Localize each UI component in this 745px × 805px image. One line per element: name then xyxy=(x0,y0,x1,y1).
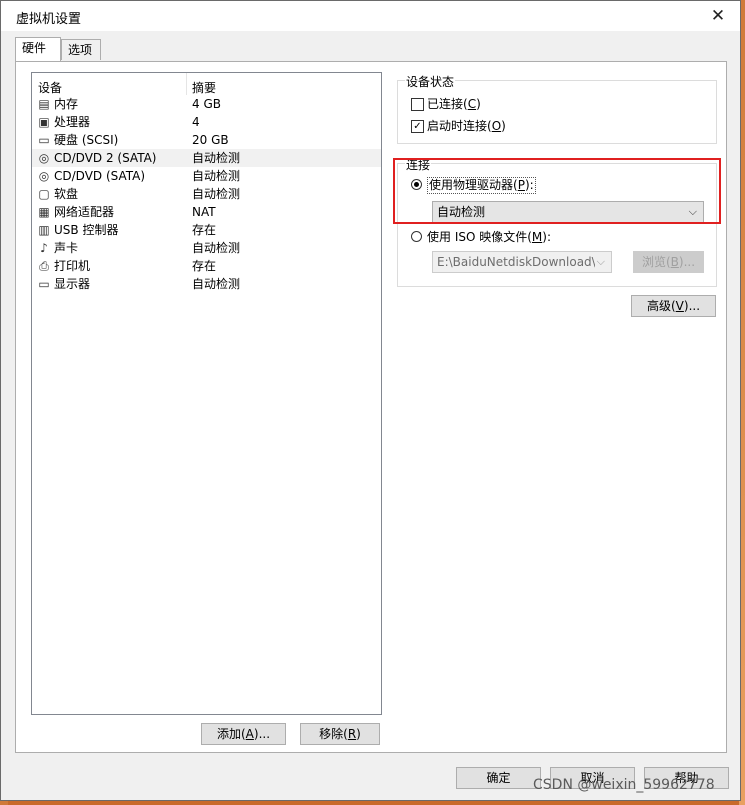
add-button-ellipsis: ... xyxy=(258,727,271,741)
device-status-group: 设备状态 已连接(C) ✓ 启动时连接(O) xyxy=(397,73,717,144)
device-rows: ▤ 内存 4 GB ▣ 处理器 4 ▭ 硬盘 (SCSI) 20 GB ◎ CD/DVD 2 (SA… xyxy=(32,95,381,293)
iso-path-combobox[interactable]: E:\BaiduNetdiskDownload\Li ⌵ xyxy=(432,251,612,273)
connect-at-power-on-checkbox[interactable]: ✓ xyxy=(411,120,424,133)
device-name: 显示器 xyxy=(54,277,91,291)
device-row[interactable]: ◎ CD/DVD 2 (SATA) 自动检测 xyxy=(32,149,381,167)
remove-button-label: 移除 xyxy=(319,727,344,741)
printer-icon: ⎙ xyxy=(39,259,49,273)
add-device-button[interactable]: 添加(A)... xyxy=(201,723,286,745)
device-summary: 自动检测 xyxy=(192,151,241,165)
device-row[interactable]: ▤ 内存 4 GB xyxy=(32,95,381,113)
browse-button[interactable]: 浏览(B)... xyxy=(633,251,704,273)
device-summary: 自动检测 xyxy=(192,277,241,291)
close-button[interactable]: ✕ xyxy=(696,1,740,31)
device-summary: 存在 xyxy=(192,223,217,237)
cd-dvd-icon: ◎ xyxy=(38,169,50,183)
advanced-button-ellipsis: ... xyxy=(688,299,701,313)
display-icon: ▭ xyxy=(38,277,50,291)
physical-drive-label: 使用物理驱动器(P): xyxy=(427,177,536,194)
device-row[interactable]: ▦ 网络适配器 NAT xyxy=(32,203,381,221)
device-summary: 自动检测 xyxy=(192,187,241,201)
browse-button-label: 浏览 xyxy=(641,255,666,269)
tab-hardware[interactable]: 硬件 xyxy=(15,37,61,61)
device-row[interactable]: ⎙ 打印机 存在 xyxy=(32,257,381,275)
iso-radio[interactable] xyxy=(411,231,422,242)
device-summary: 存在 xyxy=(192,259,217,273)
physical-drive-radio[interactable] xyxy=(411,179,422,190)
remove-button-accesskey: R xyxy=(347,727,357,741)
device-row[interactable]: ▭ 显示器 自动检测 xyxy=(32,275,381,293)
device-summary: 自动检测 xyxy=(192,169,241,183)
vm-settings-dialog: 虚拟机设置 ✕ 硬件 选项 设备 摘要 ▤ 内存 4 GB ▣ 处理器 4 ▭ 硬盘 (SCS… xyxy=(0,0,741,801)
connect-at-power-on-label: 启动时连接(O) xyxy=(427,119,506,133)
list-header: 设备 摘要 xyxy=(32,73,381,95)
harddisk-icon: ▭ xyxy=(38,133,50,147)
connected-checkbox[interactable] xyxy=(411,98,424,111)
device-name: 处理器 xyxy=(54,115,91,129)
device-summary: 自动检测 xyxy=(192,241,241,255)
iso-label: 使用 ISO 映像文件(M): xyxy=(427,230,552,244)
chevron-down-icon: ⌵ xyxy=(594,252,605,272)
device-name: 软盘 xyxy=(54,187,79,201)
device-name: 打印机 xyxy=(54,259,91,273)
column-divider[interactable] xyxy=(186,73,187,95)
advanced-button[interactable]: 高级(V)... xyxy=(631,295,716,317)
device-name: USB 控制器 xyxy=(54,223,119,237)
ok-button[interactable]: 确定 xyxy=(456,767,541,789)
connection-group: 连接 使用物理驱动器(P): 自动检测 ⌵ 使用 ISO 映像文件(M): E:… xyxy=(397,156,717,287)
physical-drive-select[interactable]: 自动检测 ⌵ xyxy=(432,201,704,223)
device-summary: 4 xyxy=(192,115,200,129)
close-icon: ✕ xyxy=(710,6,726,26)
tab-options[interactable]: 选项 xyxy=(61,39,101,60)
device-row[interactable]: ▢ 软盘 自动检测 xyxy=(32,185,381,203)
cd-dvd-icon: ◎ xyxy=(38,151,50,165)
physical-drive-select-value: 自动检测 xyxy=(437,205,486,219)
device-name: CD/DVD (SATA) xyxy=(54,169,146,183)
browse-button-ellipsis: ... xyxy=(683,255,696,269)
device-name: 声卡 xyxy=(54,241,79,255)
device-name: 内存 xyxy=(54,97,79,111)
device-summary: 20 GB xyxy=(192,133,229,147)
network-icon: ▦ xyxy=(38,205,50,219)
advanced-button-label: 高级 xyxy=(646,299,671,313)
device-row[interactable]: ◎ CD/DVD (SATA) 自动检测 xyxy=(32,167,381,185)
title-bar: 虚拟机设置 ✕ xyxy=(1,1,740,31)
device-name: CD/DVD 2 (SATA) xyxy=(54,151,157,165)
device-row[interactable]: ▥ USB 控制器 存在 xyxy=(32,221,381,239)
connection-title: 连接 xyxy=(405,156,432,173)
device-summary: 4 GB xyxy=(192,97,221,111)
device-row[interactable]: ▣ 处理器 4 xyxy=(32,113,381,131)
processor-icon: ▣ xyxy=(38,115,50,129)
sound-icon: ♪ xyxy=(40,241,48,255)
column-header-device[interactable]: 设备 xyxy=(38,79,62,96)
iso-path-value: E:\BaiduNetdiskDownload\Li xyxy=(437,255,606,269)
memory-icon: ▤ xyxy=(38,97,50,111)
device-name: 网络适配器 xyxy=(54,205,115,219)
add-button-accesskey: A xyxy=(245,727,254,741)
connected-label: 已连接(C) xyxy=(427,97,481,111)
csdn-watermark: CSDN @weixin_59962778 xyxy=(533,777,715,793)
browse-button-accesskey: B xyxy=(670,255,679,269)
remove-device-button[interactable]: 移除(R) xyxy=(300,723,380,745)
device-status-title: 设备状态 xyxy=(405,73,456,90)
device-name: 硬盘 (SCSI) xyxy=(54,133,119,147)
device-summary: NAT xyxy=(192,205,216,219)
device-row[interactable]: ▭ 硬盘 (SCSI) 20 GB xyxy=(32,131,381,149)
add-button-label: 添加 xyxy=(216,727,241,741)
hardware-panel: 设备 摘要 ▤ 内存 4 GB ▣ 处理器 4 ▭ 硬盘 (SCSI) 20 GB ◎ CD/DVD… xyxy=(15,61,727,753)
advanced-button-accesskey: V xyxy=(675,299,684,313)
chevron-down-icon: ⌵ xyxy=(688,205,697,218)
column-header-summary[interactable]: 摘要 xyxy=(192,79,216,96)
device-row[interactable]: ♪ 声卡 自动检测 xyxy=(32,239,381,257)
floppy-icon: ▢ xyxy=(38,187,50,201)
window-title: 虚拟机设置 xyxy=(16,12,82,27)
usb-icon: ▥ xyxy=(38,223,50,237)
device-list[interactable]: 设备 摘要 ▤ 内存 4 GB ▣ 处理器 4 ▭ 硬盘 (SCSI) 20 GB ◎ CD/DVD… xyxy=(31,72,382,715)
